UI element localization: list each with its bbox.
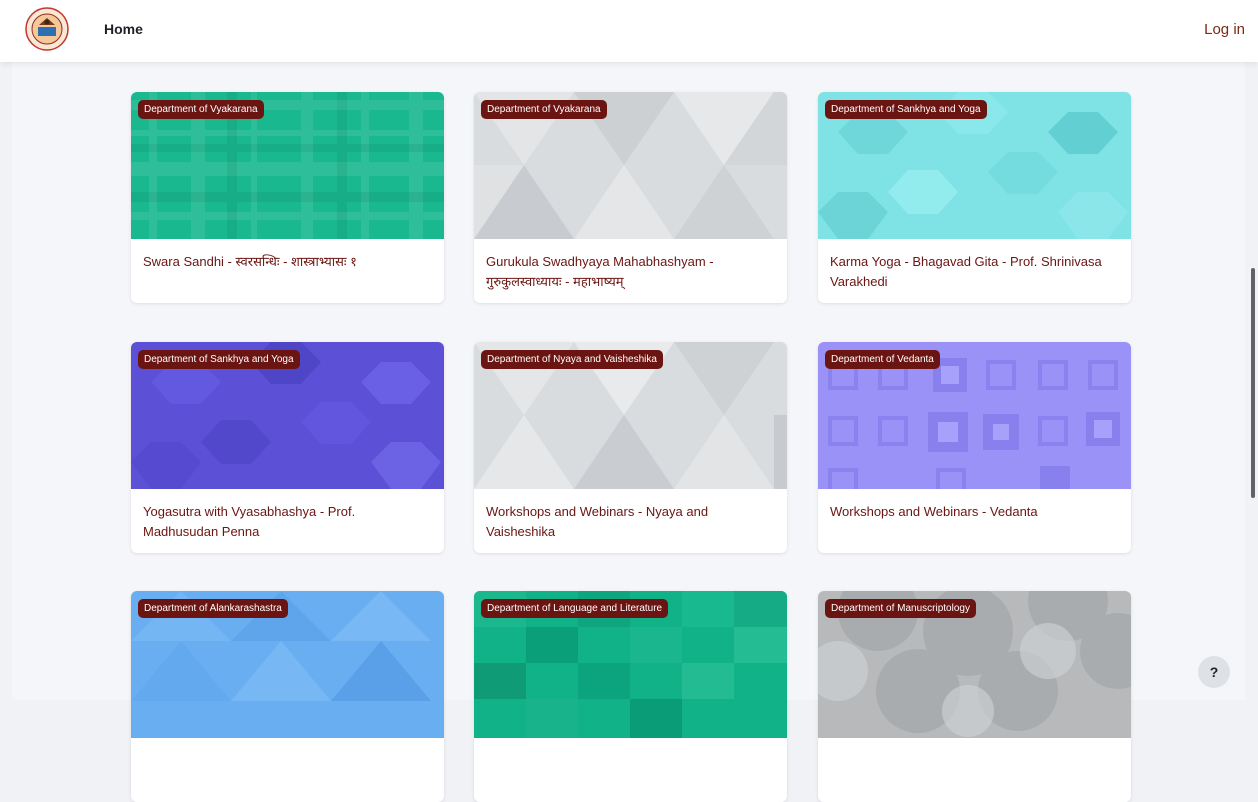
- navbar: Home Log in: [0, 0, 1258, 62]
- course-title-link[interactable]: Swara Sandhi - स्वरसन्धिः - शास्त्राभ्या…: [143, 252, 433, 272]
- category-badge: Department of Sankhya and Yoga: [138, 350, 300, 369]
- category-badge: Department of Vyakarana: [138, 100, 264, 119]
- course-card[interactable]: Department of Vyakarana Gurukula Swadhya…: [474, 92, 787, 303]
- site-logo[interactable]: [25, 7, 69, 51]
- page-scrollbar[interactable]: [1251, 268, 1255, 498]
- course-card[interactable]: Department of Vedanta Workshops and Webi…: [818, 342, 1131, 553]
- nav-home-link[interactable]: Home: [104, 21, 143, 37]
- course-card[interactable]: Department of Vyakarana Swara Sandhi - स…: [131, 92, 444, 303]
- category-badge: Department of Language and Literature: [481, 599, 669, 618]
- course-card[interactable]: Department of Manuscriptology: [818, 591, 1131, 802]
- course-card[interactable]: Department of Alankarashastra: [131, 591, 444, 802]
- course-title-link[interactable]: Workshops and Webinars - Vedanta: [830, 502, 1120, 522]
- category-badge: Department of Vedanta: [825, 350, 940, 369]
- course-card[interactable]: Department of Sankhya and Yoga Karma Yog…: [818, 92, 1131, 303]
- course-title-link[interactable]: Karma Yoga - Bhagavad Gita - Prof. Shrin…: [830, 252, 1120, 292]
- course-card[interactable]: Department of Language and Literature: [474, 591, 787, 802]
- course-card[interactable]: Department of Nyaya and Vaisheshika Work…: [474, 342, 787, 553]
- course-card[interactable]: Department of Sankhya and Yoga Yogasutra…: [131, 342, 444, 553]
- category-badge: Department of Manuscriptology: [825, 599, 976, 618]
- help-button[interactable]: ?: [1198, 656, 1230, 688]
- login-link[interactable]: Log in: [1204, 21, 1245, 38]
- category-badge: Department of Alankarashastra: [138, 599, 288, 618]
- category-badge: Department of Nyaya and Vaisheshika: [481, 350, 663, 369]
- category-badge: Department of Sankhya and Yoga: [825, 100, 987, 119]
- course-title-link[interactable]: Yogasutra with Vyasabhashya - Prof. Madh…: [143, 502, 433, 542]
- course-title-link[interactable]: Gurukula Swadhyaya Mahabhashyam - गुरुकु…: [486, 252, 776, 292]
- main-content: Department of Vyakarana Swara Sandhi - स…: [12, 62, 1245, 802]
- category-badge: Department of Vyakarana: [481, 100, 607, 119]
- course-title-link[interactable]: Workshops and Webinars - Nyaya and Vaish…: [486, 502, 776, 542]
